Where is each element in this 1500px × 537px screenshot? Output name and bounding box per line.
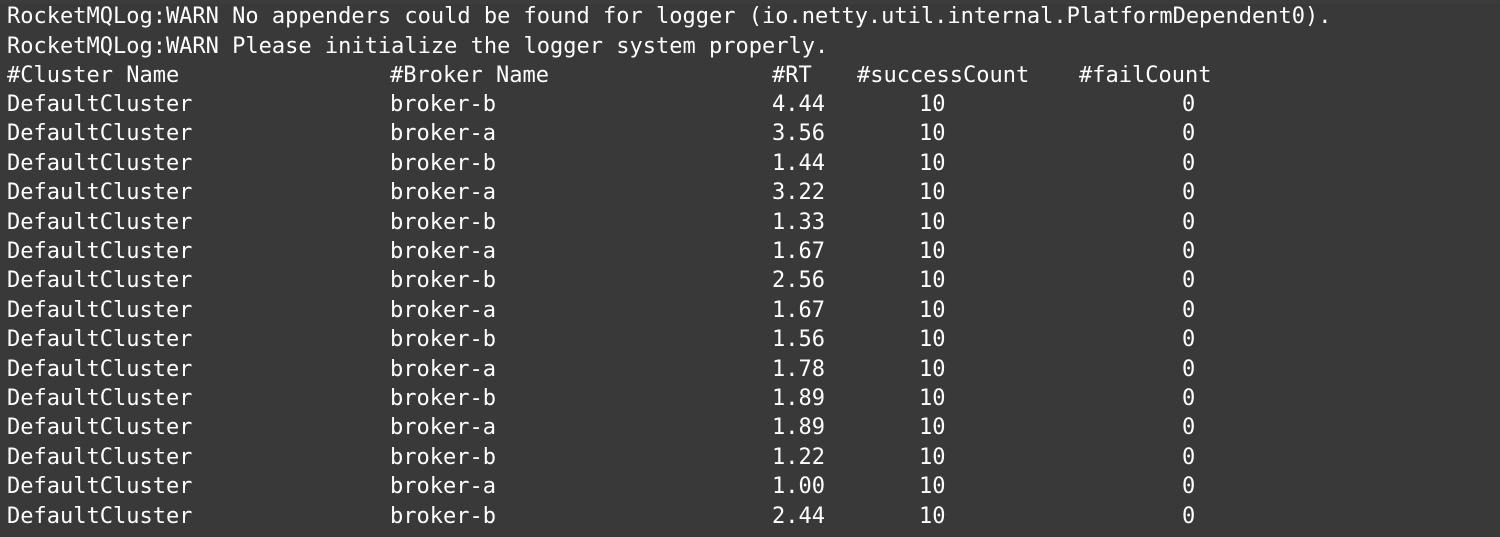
success-count-cell: 10 xyxy=(919,180,946,206)
cluster-cell: DefaultCluster xyxy=(7,239,193,264)
table-header-row: #Cluster Name #Broker Name #RT #successC… xyxy=(7,61,1487,90)
warn-line: RocketMQLog:WARN Please initialize the l… xyxy=(7,34,829,59)
fail-count-cell: 0 xyxy=(1182,444,1196,470)
fail-count-cell: 0 xyxy=(1182,327,1196,353)
rt-cell: 1.00 xyxy=(772,474,825,500)
success-count-cell: 10 xyxy=(919,297,946,323)
table-row: DefaultCluster broker-b 1.22 10 0 xyxy=(7,443,1487,472)
rt-cell: 1.44 xyxy=(772,150,825,176)
table-row: DefaultCluster broker-b 4.44 10 0 xyxy=(7,90,1487,119)
fail-count-cell: 0 xyxy=(1182,474,1196,500)
fail-count-cell: 0 xyxy=(1182,386,1196,411)
broker-cell: broker-a xyxy=(390,415,496,441)
rt-cell: 2.44 xyxy=(772,503,825,529)
cluster-cell: DefaultCluster xyxy=(7,386,193,411)
success-count-cell: 10 xyxy=(919,415,946,441)
fail-count-cell: 0 xyxy=(1182,92,1196,117)
rt-cell: 1.78 xyxy=(772,356,825,382)
success-count-cell: 10 xyxy=(919,386,946,411)
table-row: DefaultCluster broker-b 2.56 10 0 xyxy=(7,266,1487,295)
cluster-cell: DefaultCluster xyxy=(7,92,193,117)
cluster-cell: DefaultCluster xyxy=(7,503,193,529)
fail-count-cell: 0 xyxy=(1182,239,1196,264)
table-row: DefaultCluster broker-b 2.44 10 0 xyxy=(7,502,1487,531)
cluster-cell: DefaultCluster xyxy=(7,121,193,147)
broker-cell: broker-b xyxy=(390,503,496,529)
broker-cell: broker-a xyxy=(390,474,496,500)
broker-cell: broker-b xyxy=(390,444,496,470)
rt-cell: 1.33 xyxy=(772,209,825,235)
warn-line: RocketMQLog:WARN No appenders could be f… xyxy=(7,4,1332,29)
terminal-window[interactable]: RocketMQLog:WARN No appenders could be f… xyxy=(0,0,1500,537)
rt-cell: 1.56 xyxy=(772,327,825,353)
fail-count-cell: 0 xyxy=(1182,121,1196,147)
table-row: DefaultCluster broker-a 1.00 10 0 xyxy=(7,472,1487,501)
cluster-cell: DefaultCluster xyxy=(7,415,193,441)
cluster-cell: DefaultCluster xyxy=(7,209,193,235)
table-row: DefaultCluster broker-a 3.22 10 0 xyxy=(7,178,1487,207)
success-count-cell: 10 xyxy=(919,356,946,382)
cluster-cell: DefaultCluster xyxy=(7,150,193,176)
broker-cell: broker-a xyxy=(390,121,496,147)
header-rt: #RT xyxy=(772,63,812,88)
broker-cell: broker-b xyxy=(390,92,496,117)
broker-cell: broker-b xyxy=(390,327,496,353)
cluster-cell: DefaultCluster xyxy=(7,444,193,470)
fail-count-cell: 0 xyxy=(1182,503,1196,529)
cluster-cell: DefaultCluster xyxy=(7,180,193,206)
rt-cell: 2.56 xyxy=(772,268,825,294)
rt-cell: 1.67 xyxy=(772,297,825,323)
fail-count-cell: 0 xyxy=(1182,209,1196,235)
header-fail-count: #failCount xyxy=(1079,63,1212,88)
success-count-cell: 10 xyxy=(919,474,946,500)
fail-count-cell: 0 xyxy=(1182,415,1196,441)
header-cluster-name: #Cluster Name xyxy=(7,63,180,88)
cluster-cell: DefaultCluster xyxy=(7,356,193,382)
cluster-cell: DefaultCluster xyxy=(7,327,193,353)
success-count-cell: 10 xyxy=(919,239,946,264)
fail-count-cell: 0 xyxy=(1182,297,1196,323)
success-count-cell: 10 xyxy=(919,209,946,235)
fail-count-cell: 0 xyxy=(1182,180,1196,206)
cluster-cell: DefaultCluster xyxy=(7,297,193,323)
broker-cell: broker-a xyxy=(390,356,496,382)
table-row: DefaultCluster broker-a 1.89 10 0 xyxy=(7,413,1487,442)
fail-count-cell: 0 xyxy=(1182,150,1196,176)
header-success-count: #successCount xyxy=(857,63,1030,88)
table-row: DefaultCluster broker-b 1.56 10 0 xyxy=(7,325,1487,354)
success-count-cell: 10 xyxy=(919,444,946,470)
broker-cell: broker-a xyxy=(390,297,496,323)
table-row: DefaultCluster broker-a 3.56 10 0 xyxy=(7,119,1487,148)
header-broker-name: #Broker Name xyxy=(390,63,549,88)
cluster-cell: DefaultCluster xyxy=(7,474,193,500)
broker-cell: broker-a xyxy=(390,180,496,206)
rt-cell: 4.44 xyxy=(772,92,825,117)
table-row: DefaultCluster broker-a 1.67 10 0 xyxy=(7,296,1487,325)
rt-cell: 1.22 xyxy=(772,444,825,470)
table-row: DefaultCluster broker-b 1.44 10 0 xyxy=(7,149,1487,178)
success-count-cell: 10 xyxy=(919,327,946,353)
success-count-cell: 10 xyxy=(919,92,946,117)
success-count-cell: 10 xyxy=(919,150,946,176)
rt-cell: 1.89 xyxy=(772,415,825,441)
cluster-cell: DefaultCluster xyxy=(7,268,193,294)
broker-cell: broker-b xyxy=(390,268,496,294)
broker-cell: broker-b xyxy=(390,150,496,176)
fail-count-cell: 0 xyxy=(1182,268,1196,294)
table-row: DefaultCluster broker-b 1.33 10 0 xyxy=(7,208,1487,237)
broker-cell: broker-b xyxy=(390,209,496,235)
rt-cell: 3.56 xyxy=(772,121,825,147)
success-count-cell: 10 xyxy=(919,503,946,529)
rt-cell: 1.67 xyxy=(772,239,825,264)
fail-count-cell: 0 xyxy=(1182,356,1196,382)
rt-cell: 1.89 xyxy=(772,386,825,411)
success-count-cell: 10 xyxy=(919,121,946,147)
broker-cell: broker-a xyxy=(390,239,496,264)
rt-cell: 3.22 xyxy=(772,180,825,206)
table-row: DefaultCluster broker-a 1.78 10 0 xyxy=(7,355,1487,384)
success-count-cell: 10 xyxy=(919,268,946,294)
table-row: DefaultCluster broker-a 1.67 10 0 xyxy=(7,237,1487,266)
broker-cell: broker-b xyxy=(390,386,496,411)
table-row: DefaultCluster broker-b 1.89 10 0 xyxy=(7,384,1487,413)
